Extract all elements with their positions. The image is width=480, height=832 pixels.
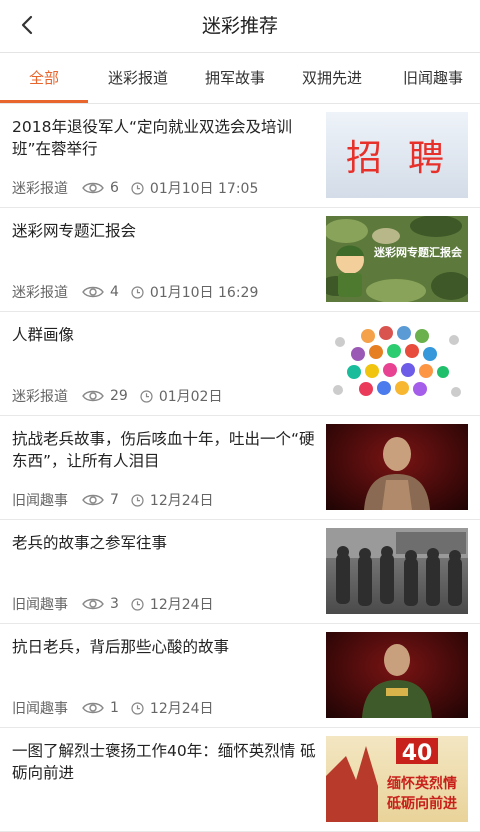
article-title: 人群画像 [12,326,75,344]
article-source: 旧闻趣事 [12,493,68,509]
thumb-text: 缅怀英烈情 [387,775,457,792]
publish-time: 12月24日 [149,597,214,613]
article-thumbnail [326,632,468,718]
article-source: 迷彩报道 [12,285,68,301]
article-meta: 迷彩报道 6 01月10日 17:05 [12,178,258,198]
article-meta: 旧闻趣事 3 12月24日 [12,594,214,614]
clock-icon [140,389,153,403]
article-source: 旧闻趣事 [12,597,68,613]
article-meta: 迷彩报道 4 01月10日 16:29 [12,282,258,302]
article-list: 2018年退役军人“定向就业双选会及培训班”在蓉举行 迷彩报道 6 01月10日… [0,104,480,832]
publish-time: 12月24日 [149,493,214,509]
eye-icon [82,390,104,402]
article-source: 旧闻趣事 [12,701,68,717]
article-item[interactable]: 抗战老兵故事，伤后咳血十年，吐出一个“硬东西”，让所有人泪目 旧闻趣事 7 12… [0,416,480,520]
tab-all[interactable]: 全部 [0,53,88,103]
article-item[interactable]: 2018年退役军人“定向就业双选会及培训班”在蓉举行 迷彩报道 6 01月10日… [0,104,480,208]
thumb-text: 招 [346,138,382,179]
article-title: 抗日老兵，背后那些心酸的故事 [12,638,230,656]
article-title: 一图了解烈士褒扬工作40年：缅怀英烈情 砥砺向前进 [12,742,316,782]
view-count: 29 [110,388,128,404]
article-title: 迷彩网专题汇报会 [12,222,137,240]
thumb-text: 40 [402,741,433,766]
article-meta: 旧闻趣事 7 12月24日 [12,490,214,510]
article-item[interactable]: 一图了解烈士褒扬工作40年：缅怀英烈情 砥砺向前进 40 缅怀英烈情 砥砺向前进 [0,728,480,832]
thumb-text: 聘 [408,138,444,179]
article-meta: 旧闻趣事 1 12月24日 [12,698,214,718]
active-tab-indicator [0,100,88,103]
view-count: 1 [110,700,119,716]
article-source: 迷彩报道 [12,389,68,405]
app-header: 迷彩推荐 [0,0,480,53]
tab-reports[interactable]: 迷彩报道 [96,53,180,103]
tab-support-stories[interactable]: 拥军故事 [193,53,277,103]
clock-icon [131,701,144,715]
publish-time: 01月02日 [158,389,223,405]
clock-icon [131,181,144,195]
tab-old-news[interactable]: 旧闻趣事 [388,53,478,103]
article-source: 迷彩报道 [12,181,68,197]
article-title: 2018年退役军人“定向就业双选会及培训班”在蓉举行 [12,118,292,158]
article-thumbnail: 40 缅怀英烈情 砥砺向前进 [326,736,468,822]
publish-time: 01月10日 16:29 [149,285,259,301]
clock-icon [131,493,144,507]
publish-time: 12月24日 [149,701,214,717]
eye-icon [82,702,104,714]
eye-icon [82,182,104,194]
tab-role-models[interactable]: 双拥先进 [290,53,374,103]
publish-time: 01月10日 17:05 [149,181,259,197]
eye-icon [82,494,104,506]
category-tabs: 全部 迷彩报道 拥军故事 双拥先进 旧闻趣事 [0,53,480,104]
article-item[interactable]: 迷彩网专题汇报会 迷彩报道 4 01月10日 16:29 迷彩网专题汇报会 [0,208,480,312]
article-item[interactable]: 抗日老兵，背后那些心酸的故事 旧闻趣事 1 12月24日 [0,624,480,728]
article-item[interactable]: 老兵的故事之参军往事 旧闻趣事 3 12月24日 [0,520,480,624]
article-thumbnail: 招 聘 [326,112,468,198]
view-count: 7 [110,492,119,508]
eye-icon [82,286,104,298]
article-meta: 迷彩报道 29 01月02日 [12,386,222,406]
article-thumbnail [326,528,468,614]
thumb-text: 砥砺向前进 [387,795,457,812]
article-title: 抗战老兵故事，伤后咳血十年，吐出一个“硬东西”，让所有人泪目 [12,430,315,470]
article-thumbnail [326,320,468,406]
article-title: 老兵的故事之参军往事 [12,534,168,552]
view-count: 4 [110,284,119,300]
article-item[interactable]: 人群画像 迷彩报道 29 01月02日 [0,312,480,416]
clock-icon [131,285,144,299]
view-count: 3 [110,596,119,612]
article-thumbnail: 迷彩网专题汇报会 [326,216,468,302]
eye-icon [82,598,104,610]
thumb-text: 迷彩网专题汇报会 [373,245,463,259]
article-thumbnail [326,424,468,510]
view-count: 6 [110,180,119,196]
clock-icon [131,597,144,611]
page-title: 迷彩推荐 [201,15,278,37]
